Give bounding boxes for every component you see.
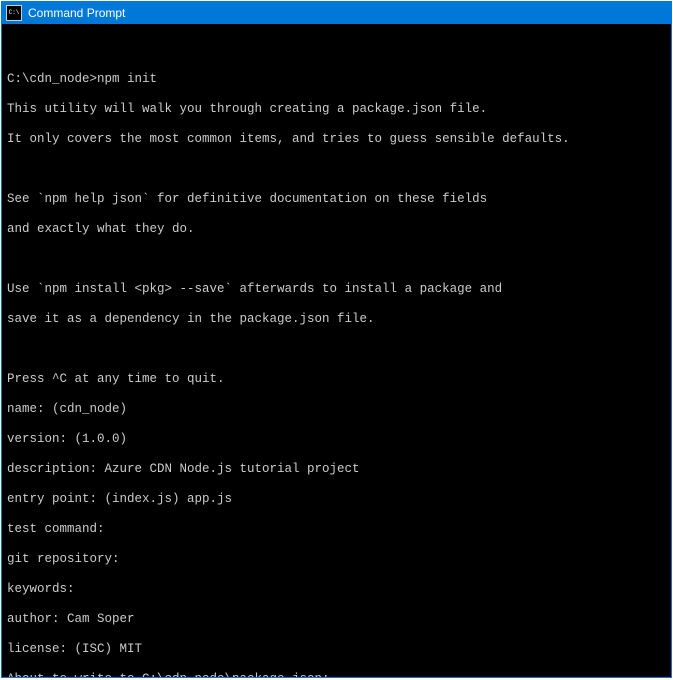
cmd-icon: [6, 5, 22, 21]
console-line: It only covers the most common items, an…: [7, 132, 666, 147]
titlebar[interactable]: Command Prompt: [2, 2, 671, 24]
console-line: save it as a dependency in the package.j…: [7, 312, 666, 327]
console-line: Press ^C at any time to quit.: [7, 372, 666, 387]
console-line: keywords:: [7, 582, 666, 597]
console-line: This utility will walk you through creat…: [7, 102, 666, 117]
console-line: Use `npm install <pkg> --save` afterward…: [7, 282, 666, 297]
console-line: description: Azure CDN Node.js tutorial …: [7, 462, 666, 477]
console-line: and exactly what they do.: [7, 222, 666, 237]
console-line: git repository:: [7, 552, 666, 567]
window-title: Command Prompt: [28, 6, 125, 20]
console-line: test command:: [7, 522, 666, 537]
console-line: See `npm help json` for definitive docum…: [7, 192, 666, 207]
console-line: version: (1.0.0): [7, 432, 666, 447]
console-line: license: (ISC) MIT: [7, 642, 666, 657]
console-line: C:\cdn_node>npm init: [7, 72, 666, 87]
console-line: name: (cdn_node): [7, 402, 666, 417]
console-line: author: Cam Soper: [7, 612, 666, 627]
console-output[interactable]: C:\cdn_node>npm init This utility will w…: [2, 24, 671, 677]
command-prompt-window: Command Prompt C:\cdn_node>npm init This…: [1, 1, 672, 678]
console-line: entry point: (index.js) app.js: [7, 492, 666, 507]
console-line: About to write to C:\cdn_node\package.js…: [7, 672, 666, 677]
